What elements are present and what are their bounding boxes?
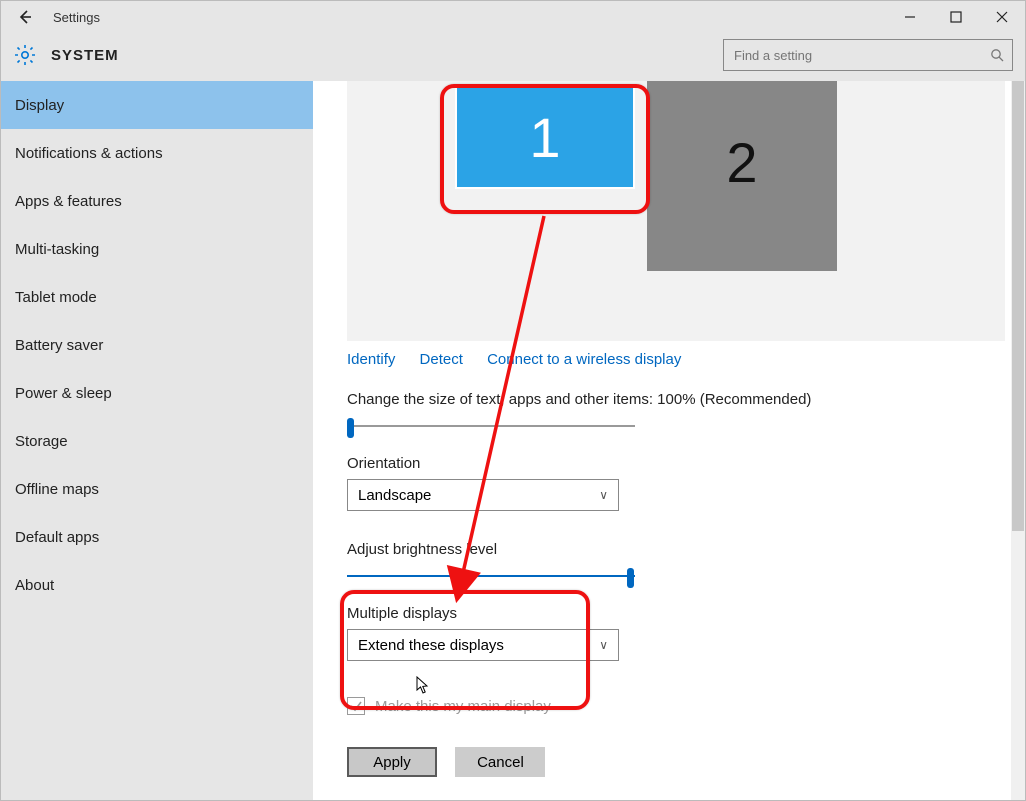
- window-title: Settings: [49, 10, 100, 25]
- sidebar-item-label: Multi-tasking: [15, 241, 99, 258]
- multiple-displays-value: Extend these displays: [358, 637, 504, 654]
- sidebar-item-label: Battery saver: [15, 337, 103, 354]
- close-button[interactable]: [979, 1, 1025, 33]
- header: SYSTEM: [1, 33, 1025, 81]
- scrollbar[interactable]: [1011, 81, 1025, 800]
- brightness-slider[interactable]: [347, 565, 635, 589]
- monitor-1[interactable]: 1: [455, 85, 635, 189]
- apply-button[interactable]: Apply: [347, 747, 437, 777]
- sidebar-item-about[interactable]: About: [1, 561, 313, 609]
- sidebar-item-display[interactable]: Display: [1, 81, 313, 129]
- sidebar-item-power[interactable]: Power & sleep: [1, 369, 313, 417]
- multiple-displays-dropdown[interactable]: Extend these displays ∨: [347, 629, 619, 661]
- sidebar-item-label: Display: [15, 97, 64, 114]
- chevron-down-icon: ∨: [599, 488, 608, 502]
- orientation-value: Landscape: [358, 487, 431, 504]
- sidebar: Display Notifications & actions Apps & f…: [1, 81, 313, 800]
- maximize-button[interactable]: [933, 1, 979, 33]
- sidebar-item-label: Storage: [15, 433, 68, 450]
- section-title: SYSTEM: [51, 47, 119, 64]
- back-button[interactable]: [1, 1, 49, 33]
- sidebar-item-apps[interactable]: Apps & features: [1, 177, 313, 225]
- checkbox-icon: [347, 697, 365, 715]
- content-wrap: 2 1 Identify Detect Connect to a wireles…: [313, 81, 1025, 800]
- main-display-checkbox-row[interactable]: Make this my main display: [347, 697, 551, 715]
- orientation-dropdown[interactable]: Landscape ∨: [347, 479, 619, 511]
- title-bar: Settings: [1, 1, 1025, 33]
- back-arrow-icon: [17, 9, 33, 25]
- search-box[interactable]: [723, 39, 1013, 71]
- minimize-button[interactable]: [887, 1, 933, 33]
- sidebar-item-label: Apps & features: [15, 193, 122, 210]
- sidebar-item-tablet[interactable]: Tablet mode: [1, 273, 313, 321]
- orientation-label: Orientation: [347, 455, 420, 472]
- sidebar-item-label: Power & sleep: [15, 385, 112, 402]
- monitor-label: 2: [726, 130, 757, 195]
- scroll-thumb[interactable]: [1012, 81, 1024, 531]
- button-label: Apply: [373, 754, 411, 771]
- scale-slider[interactable]: [347, 415, 635, 439]
- search-icon: [990, 48, 1004, 62]
- sidebar-item-multitasking[interactable]: Multi-tasking: [1, 225, 313, 273]
- wireless-link[interactable]: Connect to a wireless display: [487, 351, 681, 368]
- cancel-button[interactable]: Cancel: [455, 747, 545, 777]
- search-input[interactable]: [732, 47, 990, 64]
- button-label: Cancel: [477, 754, 524, 771]
- sidebar-item-label: Default apps: [15, 529, 99, 546]
- settings-window: Settings SYSTEM Display Notifications & …: [0, 0, 1026, 801]
- multiple-displays-label: Multiple displays: [347, 605, 457, 622]
- sidebar-item-label: Offline maps: [15, 481, 99, 498]
- brightness-label: Adjust brightness level: [347, 541, 497, 558]
- sidebar-item-notifications[interactable]: Notifications & actions: [1, 129, 313, 177]
- scale-label: Change the size of text, apps and other …: [347, 391, 811, 408]
- body: Display Notifications & actions Apps & f…: [1, 81, 1025, 800]
- detect-link[interactable]: Detect: [420, 351, 463, 368]
- monitor-label: 1: [529, 105, 560, 170]
- sidebar-item-storage[interactable]: Storage: [1, 417, 313, 465]
- content: 2 1 Identify Detect Connect to a wireles…: [347, 81, 1005, 800]
- sidebar-item-offline-maps[interactable]: Offline maps: [1, 465, 313, 513]
- sidebar-item-battery[interactable]: Battery saver: [1, 321, 313, 369]
- sidebar-item-default-apps[interactable]: Default apps: [1, 513, 313, 561]
- monitor-2[interactable]: 2: [647, 81, 837, 271]
- sidebar-item-label: About: [15, 577, 54, 594]
- sidebar-item-label: Tablet mode: [15, 289, 97, 306]
- identify-link[interactable]: Identify: [347, 351, 395, 368]
- monitor-preview-area: 2 1: [347, 81, 1005, 341]
- chevron-down-icon: ∨: [599, 638, 608, 652]
- main-display-checkbox-label: Make this my main display: [375, 698, 551, 715]
- sidebar-item-label: Notifications & actions: [15, 145, 163, 162]
- gear-icon: [13, 43, 37, 67]
- monitor-links: Identify Detect Connect to a wireless di…: [347, 351, 701, 368]
